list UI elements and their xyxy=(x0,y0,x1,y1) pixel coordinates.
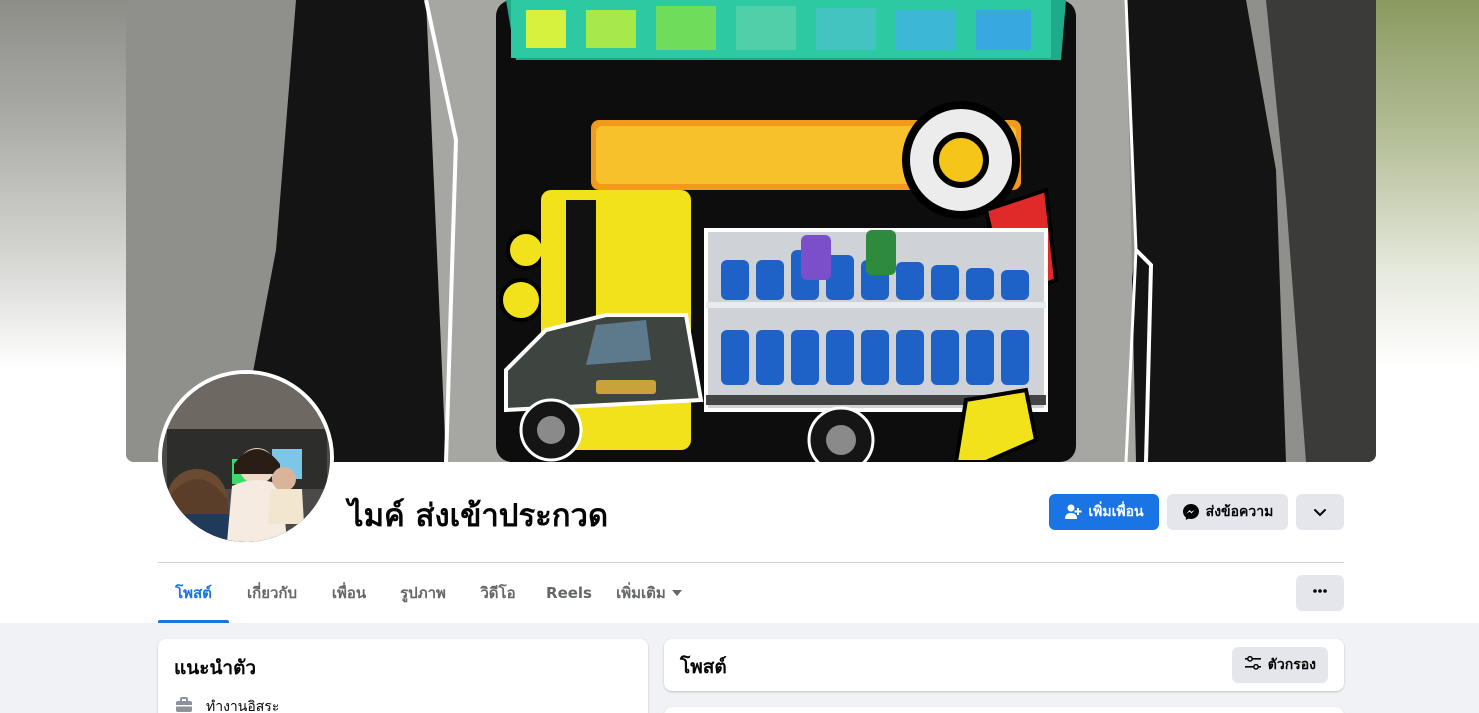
avatar-image xyxy=(162,374,330,542)
filter-button[interactable]: ตัวกรอง xyxy=(1231,647,1328,683)
tab-posts[interactable]: โพสต์ xyxy=(158,563,229,623)
add-person-icon xyxy=(1064,503,1082,521)
tab-posts-label: โพสต์ xyxy=(175,584,212,602)
cover-photo[interactable] xyxy=(126,0,1376,462)
chevron-down-icon xyxy=(1311,503,1329,521)
header-backdrop-right xyxy=(1369,0,1479,370)
caret-down-icon xyxy=(671,590,682,596)
filter-sliders-icon xyxy=(1244,654,1262,676)
tab-photos[interactable]: รูปภาพ xyxy=(391,563,455,623)
tab-reels[interactable]: Reels xyxy=(541,563,597,623)
intro-title: แนะนำตัว xyxy=(174,657,257,679)
filter-label: ตัวกรอง xyxy=(1267,657,1316,673)
message-label: ส่งข้อความ xyxy=(1205,504,1274,520)
intro-work-text: ทำงานอิสระ xyxy=(206,699,280,713)
profile-avatar[interactable] xyxy=(158,370,334,546)
posts-card: โพสต์ ตัวกรอง xyxy=(664,639,1344,691)
messenger-icon xyxy=(1182,503,1200,521)
briefcase-icon xyxy=(174,695,194,713)
tab-about-label: เกี่ยวกับ xyxy=(246,584,298,602)
add-friend-label: เพิ่มเพื่อน xyxy=(1088,504,1144,520)
intro-work-row: ทำงานอิสระ xyxy=(174,695,279,713)
more-options-button[interactable] xyxy=(1296,575,1344,611)
post-card xyxy=(664,707,1344,713)
message-button[interactable]: ส่งข้อความ xyxy=(1167,494,1288,530)
intro-card: แนะนำตัว ทำงานอิสระ xyxy=(158,639,648,713)
cover-photo-image xyxy=(126,0,1376,462)
tab-videos[interactable]: วิดีโอ xyxy=(468,563,528,623)
tab-friends-label: เพื่อน xyxy=(331,584,367,602)
tab-reels-label: Reels xyxy=(546,584,592,602)
tab-more-label: เพิ่มเติม xyxy=(616,584,666,602)
tab-videos-label: วิดีโอ xyxy=(480,584,516,602)
tab-friends[interactable]: เพื่อน xyxy=(320,563,378,623)
tab-about[interactable]: เกี่ยวกับ xyxy=(237,563,307,623)
more-dots-icon xyxy=(1311,582,1329,604)
profile-options-button[interactable] xyxy=(1296,494,1344,530)
tab-more[interactable]: เพิ่มเติม xyxy=(610,563,688,623)
tab-photos-label: รูปภาพ xyxy=(400,584,446,602)
add-friend-button[interactable]: เพิ่มเพื่อน xyxy=(1049,494,1159,530)
profile-name: ไมค์ ส่งเข้าประกวด xyxy=(348,498,609,534)
posts-title: โพสต์ xyxy=(680,656,727,678)
